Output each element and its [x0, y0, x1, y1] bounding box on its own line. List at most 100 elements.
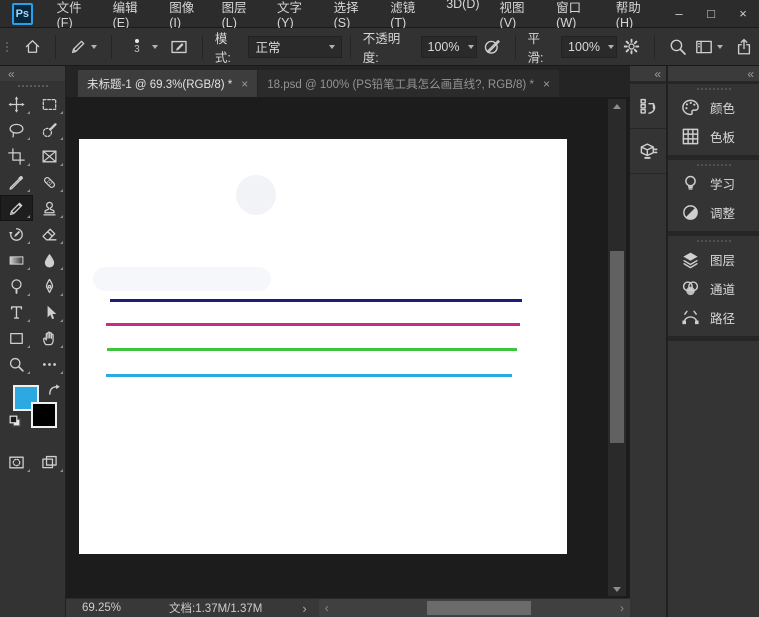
eraser-tool[interactable]: [33, 221, 66, 247]
main-area: « 未标题-1 @ 69.3%(RGB/8) * × 18.psd @ 100%…: [0, 66, 759, 617]
horizontal-scroll-track[interactable]: [335, 599, 614, 617]
document-tab-bar: 未标题-1 @ 69.3%(RGB/8) * × 18.psd @ 100% (…: [66, 66, 630, 97]
drawn-line-green: [107, 348, 517, 351]
group-grip: [668, 160, 759, 169]
document-tab-untitled[interactable]: 未标题-1 @ 69.3%(RGB/8) * ×: [78, 70, 258, 97]
scroll-up-arrow[interactable]: [608, 99, 626, 113]
tab-close-icon[interactable]: ×: [543, 77, 550, 91]
rectangle-icon: [10, 332, 23, 344]
move-tool[interactable]: [0, 91, 33, 117]
clone-stamp-tool[interactable]: [33, 195, 66, 221]
window-controls: – □ ×: [663, 0, 759, 27]
hand-tool[interactable]: [33, 325, 66, 351]
tab-close-icon[interactable]: ×: [241, 77, 248, 91]
collapse-panel-icon: «: [8, 66, 15, 81]
status-options-chevron[interactable]: ›: [302, 601, 306, 616]
panel-column-header[interactable]: «: [668, 66, 759, 81]
spot-healing-brush-tool[interactable]: [33, 169, 66, 195]
vertical-scroll-track[interactable]: [608, 113, 626, 582]
crop-tool[interactable]: [0, 143, 33, 169]
type-tool[interactable]: [0, 299, 33, 325]
share-button[interactable]: [729, 32, 759, 62]
brush-size-picker[interactable]: 3: [120, 32, 164, 62]
brush-settings-panel-toggle[interactable]: [164, 32, 194, 62]
blur-tool[interactable]: [33, 247, 66, 273]
palette-icon: [682, 99, 699, 116]
pen-tool[interactable]: [33, 273, 66, 299]
rectangle-tool[interactable]: [0, 325, 33, 351]
workspace-switcher-button[interactable]: [693, 32, 729, 62]
learn-panel-button[interactable]: 学习: [668, 169, 759, 198]
gradient-tool[interactable]: [0, 247, 33, 273]
blur-drop-icon: [44, 253, 55, 268]
paths-panel-button[interactable]: 路径: [668, 303, 759, 332]
libraries-panel-button[interactable]: [630, 129, 666, 174]
dodge-tool[interactable]: [0, 273, 33, 299]
smoothing-input[interactable]: 100%: [561, 35, 618, 58]
search-button[interactable]: [663, 32, 693, 62]
channels-panel-button[interactable]: 通道: [668, 274, 759, 303]
tool-preset-button[interactable]: [64, 32, 103, 62]
photoshop-logo[interactable]: Ps: [12, 2, 33, 25]
horizontal-scrollbar[interactable]: ‹ ›: [318, 599, 630, 617]
divider: [654, 34, 656, 59]
history-brush-tool[interactable]: [0, 221, 33, 247]
canvas-smudge: [236, 175, 276, 215]
lasso-tool[interactable]: [0, 117, 33, 143]
opacity-input[interactable]: 100%: [420, 35, 477, 58]
status-bar: 69.25% 文档:1.37M/1.37M › ‹ ›: [66, 598, 630, 617]
collapse-panels-icon: «: [654, 66, 661, 81]
adjustments-panel-button[interactable]: 调整: [668, 198, 759, 227]
brush-panel-icon: [171, 40, 187, 53]
maximize-button[interactable]: □: [695, 0, 727, 27]
divider: [514, 34, 516, 59]
zoom-level-field[interactable]: 69.25%: [82, 602, 121, 614]
frame-tool[interactable]: [33, 143, 66, 169]
panel-strip-header[interactable]: «: [630, 66, 666, 81]
home-button[interactable]: [18, 32, 47, 62]
scroll-down-arrow[interactable]: [608, 582, 626, 596]
swap-colors-icon[interactable]: [47, 383, 61, 397]
pencil-tool[interactable]: [0, 195, 33, 221]
brush-preview-icon: 3: [126, 32, 148, 62]
swatches-panel-button[interactable]: 色板: [668, 122, 759, 151]
hand-icon: [43, 330, 54, 345]
history-panel-button[interactable]: [630, 84, 666, 129]
panel-label: 色板: [710, 131, 736, 145]
quick-selection-tool[interactable]: [33, 117, 66, 143]
zoom-tool[interactable]: [0, 351, 33, 377]
horizontal-scroll-thumb[interactable]: [426, 601, 531, 615]
quick-mask-button[interactable]: [0, 449, 33, 475]
document-tab-18psd[interactable]: 18.psd @ 100% (PS铅笔工具怎么画直线?, RGB/8) * ×: [258, 70, 559, 97]
close-button[interactable]: ×: [727, 0, 759, 27]
document-canvas[interactable]: [79, 139, 567, 554]
scroll-left-arrow[interactable]: ‹: [319, 601, 335, 615]
paths-anchor-icon: [682, 310, 699, 325]
vertical-scroll-thumb[interactable]: [610, 251, 624, 443]
blend-mode-select[interactable]: 正常: [248, 35, 342, 58]
minimize-button[interactable]: –: [663, 0, 695, 27]
opacity-pressure-toggle[interactable]: [477, 32, 507, 62]
smoothing-options-button[interactable]: [617, 32, 646, 62]
tools-panel-header[interactable]: «: [0, 66, 65, 81]
screen-mode-button[interactable]: [33, 449, 66, 475]
panel-label: 图层: [710, 254, 736, 268]
panel-label: 颜色: [710, 102, 736, 116]
vertical-scrollbar[interactable]: [608, 99, 626, 596]
edit-toolbar-button[interactable]: [33, 351, 66, 377]
document-size-info[interactable]: 文档:1.37M/1.37M: [169, 600, 262, 616]
eyedropper-tool[interactable]: [0, 169, 33, 195]
default-colors-icon[interactable]: [9, 415, 22, 428]
background-color-swatch[interactable]: [31, 402, 57, 428]
path-selection-tool[interactable]: [33, 299, 66, 325]
canvas-workspace[interactable]: [66, 97, 630, 598]
ellipsis-icon: [43, 362, 56, 366]
group-grip: [668, 84, 759, 93]
divider: [55, 34, 56, 59]
magnifier-icon: [9, 357, 24, 372]
color-panel-button[interactable]: 颜色: [668, 93, 759, 122]
rectangular-marquee-tool[interactable]: [33, 91, 66, 117]
chevron-down-icon: [151, 44, 158, 49]
layers-panel-button[interactable]: 图层: [668, 245, 759, 274]
scroll-right-arrow[interactable]: ›: [614, 601, 630, 615]
